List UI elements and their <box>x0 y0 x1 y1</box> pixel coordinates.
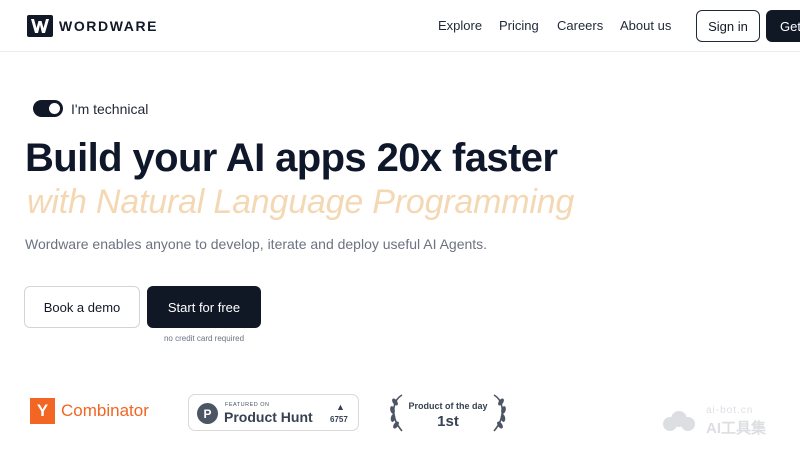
hero-description: Wordware enables anyone to develop, iter… <box>25 236 488 252</box>
start-free-button[interactable]: Start for free <box>147 286 261 328</box>
nav-link-explore[interactable]: Explore <box>438 18 482 33</box>
hero-subheadline: with Natural Language Programming <box>27 183 575 221</box>
technical-toggle-label: I'm technical <box>71 100 149 117</box>
book-demo-button[interactable]: Book a demo <box>24 286 140 328</box>
potd-rank: 1st <box>437 413 459 430</box>
watermark-domain: ai-bot.cn <box>706 405 754 416</box>
nav-link-pricing[interactable]: Pricing <box>499 18 539 33</box>
technical-toggle-row: I'm technical <box>33 100 148 117</box>
upvote-arrow-icon: ▲ <box>336 402 345 412</box>
top-nav-bar: WORDWARE Explore Pricing Careers About u… <box>0 0 800 52</box>
product-hunt-logo-icon: P <box>197 403 218 424</box>
hero-headline: Build your AI apps 20x faster <box>25 136 558 180</box>
upvote-count: 6757 <box>330 415 348 424</box>
potd-title: Product of the day <box>408 401 488 411</box>
site-watermark: ai-bot.cn AI工具集 <box>660 405 790 437</box>
ycombinator-logo-icon: Y <box>30 398 55 424</box>
ycombinator-badge[interactable]: Y Combinator <box>30 398 149 424</box>
toggle-knob <box>49 103 60 114</box>
get-started-button[interactable]: Get <box>766 10 800 42</box>
ycombinator-text: Combinator <box>61 401 149 420</box>
product-of-the-day-badge[interactable]: Product of the day 1st <box>386 393 510 433</box>
main-nav: Explore Pricing Careers About us <box>0 18 800 36</box>
no-credit-card-note: no credit card required <box>163 334 245 343</box>
watermark-cloud-icon <box>663 411 695 431</box>
technical-toggle-switch[interactable] <box>33 100 63 117</box>
product-hunt-name: Product Hunt <box>224 409 313 425</box>
watermark-title: AI工具集 <box>706 420 767 437</box>
nav-link-about-us[interactable]: About us <box>620 18 671 33</box>
product-hunt-featured-label: FEATURED ON <box>225 402 270 408</box>
product-hunt-badge[interactable]: P FEATURED ON Product Hunt ▲ 6757 <box>188 394 359 431</box>
nav-link-careers[interactable]: Careers <box>557 18 603 33</box>
sign-in-button[interactable]: Sign in <box>696 10 760 42</box>
